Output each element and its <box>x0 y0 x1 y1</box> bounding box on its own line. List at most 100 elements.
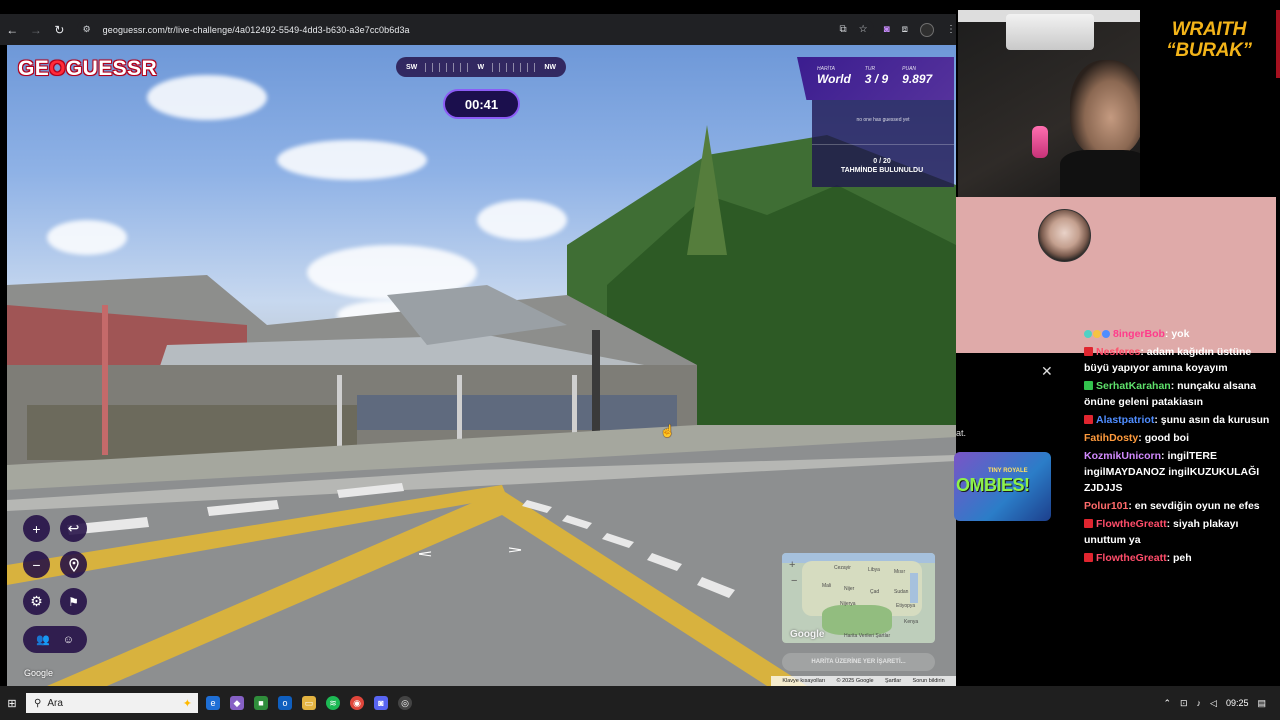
star-icon[interactable]: ☆ <box>859 24 868 35</box>
search-icon: ⚲ <box>34 697 42 709</box>
round-timer: 00:41 <box>443 89 520 119</box>
chat-text: good boi <box>1144 432 1190 444</box>
report-problem-link[interactable]: Sorun bildirin <box>913 678 945 684</box>
obs-icon[interactable]: ◎ <box>398 696 412 710</box>
players-icon: 👥 <box>36 634 50 646</box>
compass-ticks <box>492 62 537 72</box>
subscriber-badge-icon <box>1084 415 1093 424</box>
move-arrow-left-icon[interactable]: < <box>418 548 432 559</box>
score-label: PUAN <box>902 66 917 72</box>
site-info-icon[interactable]: ⚙ <box>83 24 97 35</box>
forward-icon[interactable]: → <box>25 18 48 42</box>
chat-message: Nesferes: adam kağıdın üstüne büyü yapıy… <box>1084 344 1276 376</box>
chat-username[interactable]: FatihDosty <box>1084 432 1138 444</box>
undo-icon[interactable]: ↩ <box>60 515 87 542</box>
place-marker-button[interactable]: HARİTA ÜZERİNE YER İŞARETİ... <box>782 653 935 671</box>
install-icon[interactable]: ⧉ <box>839 24 846 35</box>
guess-count-value: 0 / 20 <box>873 158 891 165</box>
volume-icon[interactable]: ◁ <box>1210 698 1217 709</box>
map-label-3: Mali <box>822 583 832 589</box>
attribution-bar: Klavye kısayolları © 2025 Google Şartlar… <box>771 676 956 686</box>
extension-puzzle-icon[interactable]: ⧈ <box>902 24 908 35</box>
score-info: PUAN 9.897 <box>902 66 932 100</box>
geoguessr-logo[interactable]: GEOGUESSR <box>18 57 157 81</box>
chrome-icon[interactable]: ◉ <box>350 696 364 710</box>
edge-icon[interactable]: e <box>206 696 220 710</box>
google-logo: Google <box>790 629 825 640</box>
chat-username[interactable]: FlowtheGreatt <box>1096 518 1167 530</box>
chat-username[interactable]: Polur101 <box>1084 500 1128 512</box>
streamer-body <box>1060 150 1150 198</box>
return-to-start-icon[interactable] <box>60 551 87 578</box>
explorer-icon[interactable]: ▭ <box>302 696 316 710</box>
zoom-in-button[interactable]: + <box>23 515 50 542</box>
guess-count-label: TAHMİNDE BULUNULDU <box>840 167 924 174</box>
discord-icon[interactable]: ◙ <box>374 696 388 710</box>
chat-text: en sevdiğin oyun ne efes <box>1134 500 1260 512</box>
map-label-7: Nijerya <box>840 601 856 607</box>
notification-icon[interactable]: ▤ <box>1257 698 1266 709</box>
players-button[interactable]: 👥 ☺ <box>23 626 87 653</box>
chat-badges-icon <box>1084 326 1111 342</box>
game-thumbnail[interactable]: TINY ROYALE OMBIES! <box>954 452 1051 521</box>
chat-username[interactable]: 8ingerBob <box>1113 328 1165 340</box>
terms-link[interactable]: Şartlar <box>885 678 901 684</box>
round-value: 3 / 9 <box>864 72 889 86</box>
outlook-icon[interactable]: o <box>278 696 292 710</box>
divider <box>812 144 954 145</box>
move-arrow-right-icon[interactable]: > <box>508 544 522 555</box>
chat-username[interactable]: KozmikUnicorn <box>1084 450 1161 462</box>
subscriber-badge-icon <box>1084 519 1093 528</box>
chat-message: Polur101: en sevdiğin oyun ne efes <box>1084 498 1276 514</box>
map-zoom-out-icon[interactable]: − <box>791 575 797 587</box>
settings-gear-icon[interactable]: ⚙ <box>23 588 50 615</box>
copilot-icon[interactable]: ◆ <box>230 696 244 710</box>
chat-message: 8ingerBob: yok <box>1084 326 1276 342</box>
subscriber-badge-icon <box>1084 347 1093 356</box>
guess-count: 0 / 20 TAHMİNDE BULUNULDU <box>812 157 952 175</box>
reload-icon[interactable]: ↻ <box>48 18 71 42</box>
extension-discord-icon[interactable]: ◙ <box>884 24 890 35</box>
top-strip <box>0 0 956 14</box>
chat-username[interactable]: FlowtheGreatt <box>1096 552 1167 564</box>
chat-username[interactable]: Alastpatriot <box>1096 414 1154 426</box>
address-bar[interactable]: ⚙ geoguessr.com/tr/live-challenge/4a0124… <box>76 18 874 41</box>
mic-icon[interactable]: ♪ <box>1197 698 1202 708</box>
map-terms[interactable]: Harita Verileri Şartlar <box>844 633 890 639</box>
chevron-up-icon[interactable]: ⌃ <box>1163 698 1171 709</box>
browser-toolbar: ← → ↻ ⚙ geoguessr.com/tr/live-challenge/… <box>0 14 956 45</box>
map-zoom-in-icon[interactable]: + <box>789 559 795 571</box>
guesses-panel: no one has guessed yet 0 / 20 TAHMİNDE B… <box>812 100 954 187</box>
subscriber-badge-icon <box>1084 553 1093 562</box>
store-icon[interactable]: ■ <box>254 696 268 710</box>
chat-message: Alastpatriot: şunu asın da kurusun <box>1084 412 1276 428</box>
map-label: HARİTA <box>817 66 835 72</box>
taskbar-search[interactable]: ⚲ Ara ✦ <box>26 693 198 713</box>
map-info: HARİTA World <box>817 66 851 100</box>
spotify-icon[interactable]: ≋ <box>326 696 340 710</box>
menu-icon[interactable]: ⋮ <box>946 24 956 35</box>
windows-start-icon[interactable]: ⊞ <box>0 686 24 720</box>
close-icon[interactable]: ✕ <box>1041 363 1053 380</box>
flag-icon[interactable]: ⚑ <box>60 588 87 615</box>
map-label-9: Kenya <box>904 619 919 625</box>
game-ad-line-2: OMBIES! <box>956 475 1030 495</box>
copilot-sparkle-icon: ✦ <box>182 697 192 710</box>
compass-bar: SW W NW <box>396 57 566 77</box>
streamer-brand: WRAITH “BURAK” <box>1144 19 1274 61</box>
chat-text: peh <box>1173 552 1192 564</box>
compass-left: SW <box>406 63 418 71</box>
chat-text: şunu asın da kurusun <box>1160 414 1270 426</box>
back-icon[interactable]: ← <box>1 18 24 42</box>
network-icon[interactable]: ⊡ <box>1180 698 1188 709</box>
taskbar: ⊞ ⚲ Ara ✦ e ◆ ■ o ▭ ≋ ◉ ◙ ◎ ⌃ ⊡ ♪ ◁ 09:2… <box>0 686 1280 720</box>
zoom-out-button[interactable]: − <box>23 551 50 578</box>
chat-username[interactable]: Nesferes <box>1096 346 1140 358</box>
keyboard-shortcuts-link[interactable]: Klavye kısayolları <box>782 678 825 684</box>
chat-username[interactable]: SerhatKarahan <box>1096 380 1171 392</box>
round-label: TUR <box>864 66 876 72</box>
url-text[interactable]: geoguessr.com/tr/live-challenge/4a012492… <box>103 25 410 35</box>
clock-time[interactable]: 09:25 <box>1226 698 1249 708</box>
profile-icon[interactable] <box>920 22 934 37</box>
guess-minimap[interactable]: Cezayir Libya Mısır Mali Nijer Çad Sudan… <box>782 553 935 643</box>
